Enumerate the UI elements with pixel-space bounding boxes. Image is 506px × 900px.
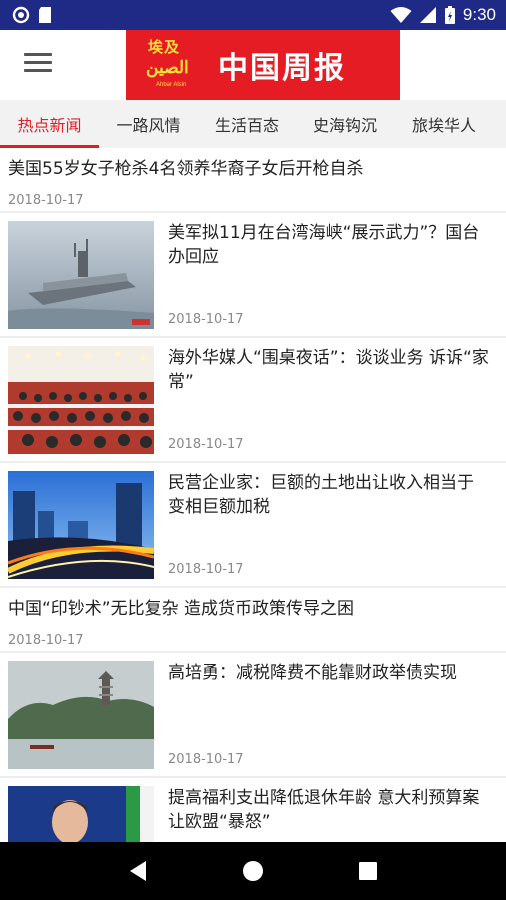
notification-circle-icon xyxy=(12,6,30,24)
pagoda-lake-thumbnail xyxy=(8,661,154,769)
city-night-thumbnail xyxy=(8,471,154,579)
logo-title: 中国周报 xyxy=(218,51,346,86)
tab-road-scenery[interactable]: 一路风情 xyxy=(99,100,198,148)
tab-history[interactable]: 史海钩沉 xyxy=(296,100,394,148)
news-date: 2018-10-17 xyxy=(168,562,244,577)
news-item[interactable]: 高培勇：减税降费不能靠财政举债实现 2018-10-17 xyxy=(0,653,506,776)
recents-icon[interactable] xyxy=(348,851,388,891)
logo-chinese-small: 埃及 xyxy=(148,38,181,56)
tab-label: 热点新闻 xyxy=(17,116,82,135)
hamburger-menu-icon[interactable] xyxy=(24,53,52,77)
logo-emblem: 埃及 الصين Ahbar Alsin xyxy=(126,30,210,100)
news-date: 2018-10-17 xyxy=(168,752,244,767)
conference-thumbnail xyxy=(8,346,154,454)
sd-card-icon xyxy=(39,7,51,23)
news-title: 海外华媒人“围桌夜话”：谈谈业务 诉诉“家常” xyxy=(168,348,489,392)
signal-icon xyxy=(419,7,436,23)
clock: 9:30 xyxy=(462,5,496,24)
tab-hot-news[interactable]: 热点新闻 xyxy=(0,100,99,148)
news-title: 美国55岁女子枪杀4名领养华裔子女后开枪自杀 xyxy=(8,159,364,179)
tab-label: 生活百态 xyxy=(214,116,279,135)
tab-label: 旅埃华人 xyxy=(411,116,476,135)
news-item[interactable]: 中国“印钞术”无比复杂 造成货币政策传导之困 2018-10-17 xyxy=(0,588,506,651)
news-item[interactable]: 美国55岁女子枪杀4名领养华裔子女后开枪自杀 2018-10-17 xyxy=(0,148,506,211)
news-item[interactable]: 海外华媒人“围桌夜话”：谈谈业务 诉诉“家常” 2018-10-17 xyxy=(0,338,506,461)
logo-arabic: الصين xyxy=(146,58,189,78)
news-title: 民营企业家：巨额的土地出让收入相当于变相巨额加税 xyxy=(168,473,474,517)
news-date: 2018-10-17 xyxy=(8,193,84,208)
back-icon[interactable] xyxy=(118,851,158,891)
tab-life[interactable]: 生活百态 xyxy=(198,100,296,148)
app-header: 埃及 الصين Ahbar Alsin 中国周报 xyxy=(0,30,506,100)
news-item[interactable]: 美军拟11月在台湾海峡“展示武力”？国台办回应 2018-10-17 xyxy=(0,213,506,336)
news-title: 中国“印钞术”无比复杂 造成货币政策传导之困 xyxy=(8,599,355,619)
wifi-icon xyxy=(390,7,412,23)
news-date: 2018-10-17 xyxy=(8,633,84,648)
politician-thumbnail xyxy=(8,786,154,842)
category-tabs: 热点新闻 一路风情 生活百态 史海钩沉 旅埃华人 xyxy=(0,100,506,148)
system-nav-bar xyxy=(0,842,506,900)
status-bar: 9:30 xyxy=(0,0,506,30)
battery-icon xyxy=(444,6,455,24)
logo-latin: Ahbar Alsin xyxy=(156,82,187,88)
tab-chinese-in-egypt[interactable]: 旅埃华人 xyxy=(394,100,494,148)
news-item[interactable]: 民营企业家：巨额的土地出让收入相当于变相巨额加税 2018-10-17 xyxy=(0,463,506,586)
news-title: 美军拟11月在台湾海峡“展示武力”？国台办回应 xyxy=(168,223,480,267)
news-date: 2018-10-17 xyxy=(168,312,244,327)
tab-label: 一路风情 xyxy=(116,116,181,135)
news-item[interactable]: 提高福利支出降低退休年龄 意大利预算案让欧盟“暴怒” 2018-10-17 xyxy=(0,778,506,842)
news-date: 2018-10-17 xyxy=(168,437,244,452)
warship-thumbnail xyxy=(8,221,154,329)
news-feed[interactable]: 美国55岁女子枪杀4名领养华裔子女后开枪自杀 2018-10-17 美军拟11月… xyxy=(0,148,506,842)
news-title: 高培勇：减税降费不能靠财政举债实现 xyxy=(168,663,457,683)
app-logo: 埃及 الصين Ahbar Alsin 中国周报 xyxy=(126,30,400,100)
home-icon[interactable] xyxy=(233,851,273,891)
news-title: 提高福利支出降低退休年龄 意大利预算案让欧盟“暴怒” xyxy=(168,788,480,832)
tab-label: 史海钩沉 xyxy=(312,116,377,135)
